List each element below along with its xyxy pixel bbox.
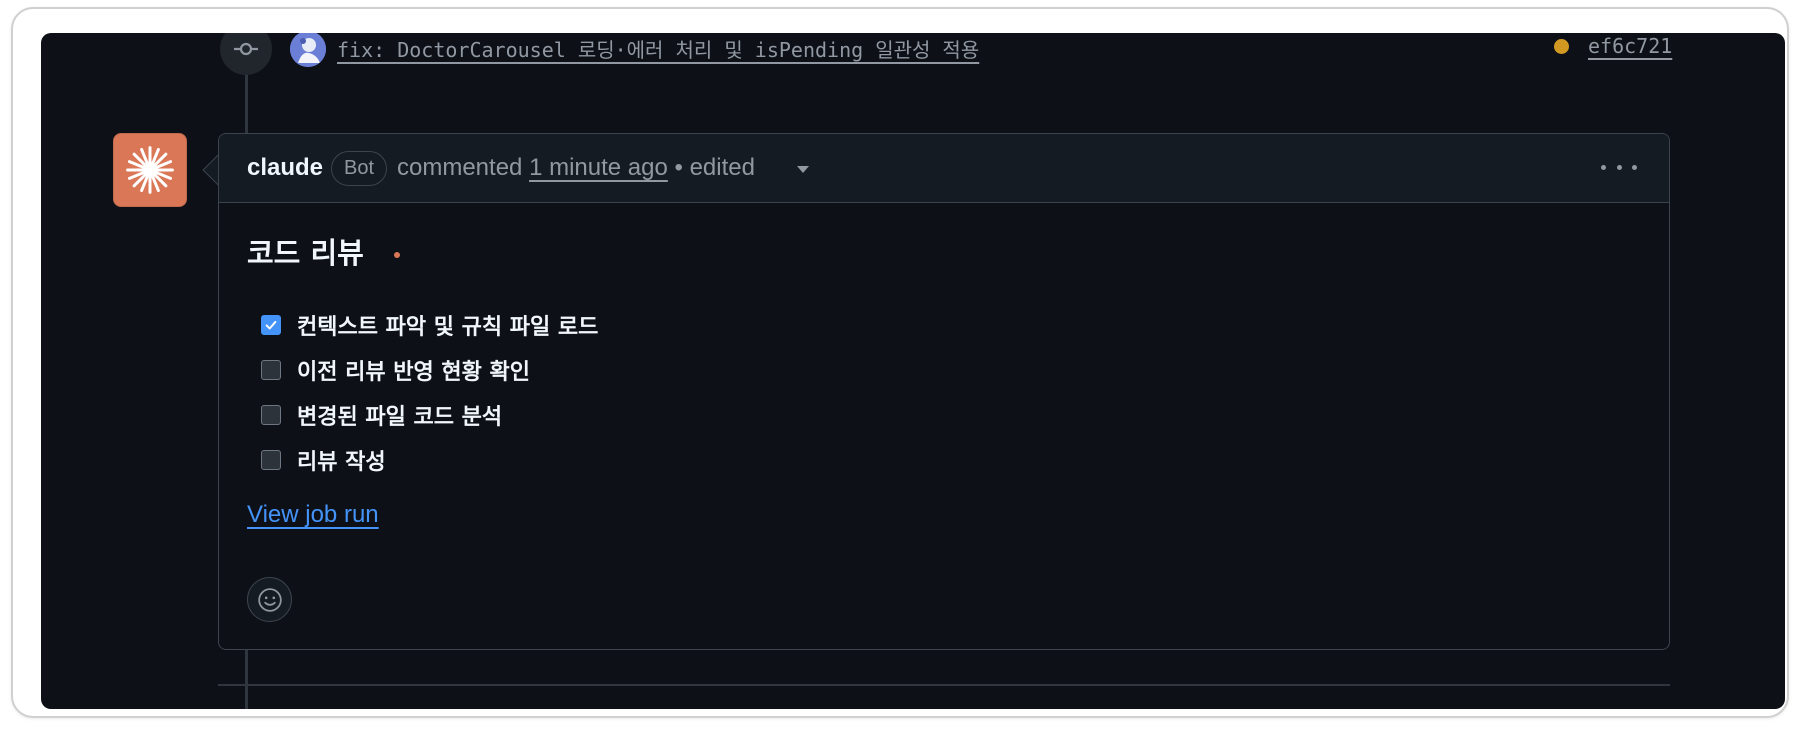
claude-sparkle-icon[interactable] — [113, 133, 187, 207]
smiley-icon — [257, 587, 282, 612]
task-list-item: 이전 리뷰 반영 현황 확인 — [261, 347, 598, 392]
task-checkbox[interactable] — [261, 314, 281, 335]
comment-author-link[interactable]: claude — [247, 154, 323, 182]
task-label: 컨텍스트 파악 및 규칙 파일 로드 — [297, 314, 599, 340]
commit-message-link[interactable]: fix: DoctorCarousel 로딩·에러 처리 및 isPending… — [337, 34, 979, 63]
task-label: 변경된 파일 코드 분석 — [297, 404, 503, 430]
comment-card: claude Bot commented 1 minute ago • edit… — [218, 133, 1670, 650]
task-list-item: 변경된 파일 코드 분석 — [261, 392, 598, 437]
task-checkbox[interactable] — [261, 359, 281, 380]
timeline-line — [245, 649, 248, 709]
review-heading: 코드 리뷰 — [247, 236, 364, 270]
git-commit-icon — [220, 33, 272, 75]
add-reaction-button[interactable] — [247, 577, 292, 622]
pr-timeline: fix: DoctorCarousel 로딩·에러 처리 및 isPending… — [41, 33, 1785, 709]
comment-timestamp-link[interactable]: 1 minute ago — [529, 154, 668, 181]
chevron-down-icon[interactable] — [797, 166, 809, 173]
view-job-run-link[interactable]: View job run — [247, 501, 379, 529]
bot-badge: Bot — [331, 151, 388, 186]
comment-meta: commented 1 minute ago • edited — [397, 154, 755, 182]
task-checkbox[interactable] — [261, 404, 281, 425]
task-list-item: 리뷰 작성 — [261, 437, 598, 482]
commit-status-indicator[interactable] — [1554, 39, 1569, 54]
task-checkbox[interactable] — [261, 449, 281, 470]
loading-dot-icon — [394, 252, 400, 258]
window-frame: fix: DoctorCarousel 로딩·에러 처리 및 isPending… — [11, 7, 1789, 718]
kebab-horizontal-icon[interactable] — [1601, 152, 1637, 182]
task-label: 리뷰 작성 — [297, 449, 386, 475]
commit-sha-link[interactable]: ef6c721 — [1588, 34, 1672, 58]
user-avatar-icon[interactable] — [290, 33, 326, 67]
comment-header: claude Bot commented 1 minute ago • edit… — [219, 134, 1669, 203]
edited-label[interactable]: • edited — [675, 154, 755, 181]
task-list: 컨텍스트 파악 및 규칙 파일 로드 이전 리뷰 반영 현황 확인 변경된 파일… — [261, 302, 598, 482]
task-list-item: 컨텍스트 파악 및 규칙 파일 로드 — [261, 302, 598, 347]
timeline-divider — [218, 684, 1670, 686]
comment-action-text: commented — [397, 154, 523, 181]
task-label: 이전 리뷰 반영 현황 확인 — [297, 359, 531, 385]
